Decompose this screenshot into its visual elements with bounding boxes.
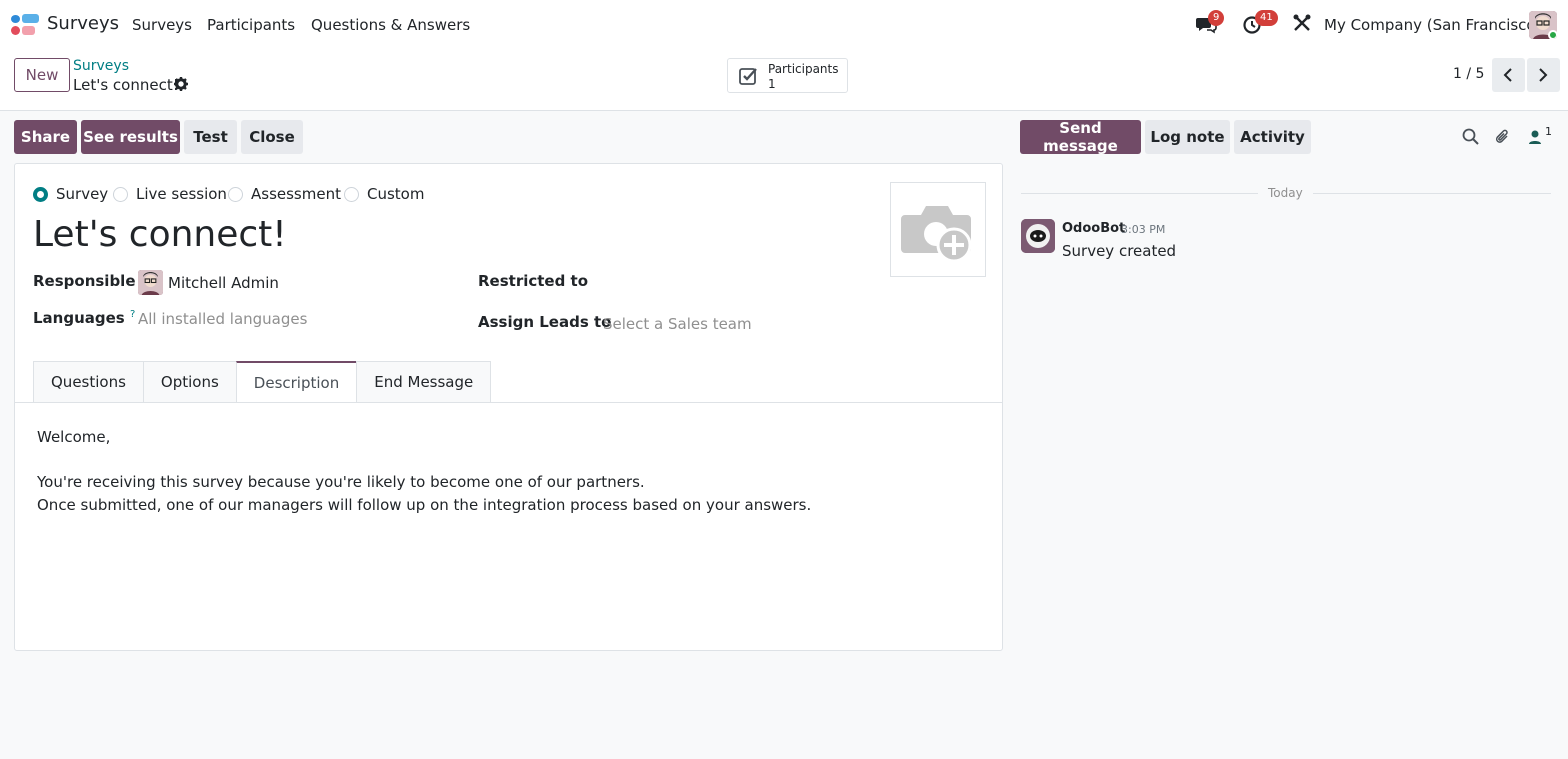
log-note-button[interactable]: Log note	[1145, 120, 1230, 154]
check-square-icon	[739, 66, 759, 86]
breadcrumb-current: Let's connect!	[73, 76, 179, 94]
share-button[interactable]: Share	[14, 120, 77, 154]
languages-label: Languages ?	[33, 309, 135, 327]
message-author[interactable]: OdooBot	[1062, 221, 1125, 236]
control-panel: New Surveys Let's connect! Participants …	[0, 49, 1568, 111]
test-button[interactable]: Test	[184, 120, 237, 154]
message-body: Survey created	[1062, 242, 1177, 260]
survey-image-upload[interactable]	[890, 182, 986, 277]
responsible-avatar	[138, 270, 163, 295]
form-tabs: Questions Options Description End Messag…	[33, 361, 492, 403]
close-button[interactable]: Close	[241, 120, 303, 154]
search-icon[interactable]	[1462, 128, 1480, 146]
radio-assessment[interactable]: Assessment	[228, 185, 341, 203]
chevron-right-icon	[1539, 68, 1548, 82]
assign-leads-label: Assign Leads to	[478, 313, 612, 331]
restricted-to-label: Restricted to	[478, 272, 589, 290]
menu-surveys[interactable]: Surveys	[132, 16, 192, 34]
new-button[interactable]: New	[14, 58, 70, 92]
tab-end-message[interactable]: End Message	[356, 361, 492, 402]
tab-options[interactable]: Options	[142, 361, 237, 402]
see-results-button[interactable]: See results	[81, 120, 180, 154]
online-status-dot	[1548, 30, 1557, 39]
pager-previous-button[interactable]	[1492, 58, 1525, 92]
sales-team-field[interactable]: Select a Sales team	[603, 315, 752, 333]
languages-label-text: Languages	[33, 309, 125, 327]
message-time: 3:03 PM	[1121, 223, 1166, 236]
activity-button[interactable]: Activity	[1234, 120, 1311, 154]
responsible-field[interactable]: Mitchell Admin	[168, 274, 279, 292]
followers-icon[interactable]	[1528, 128, 1546, 146]
languages-field[interactable]: All installed languages	[138, 310, 307, 328]
radio-unchecked-icon	[113, 186, 128, 202]
company-switcher[interactable]: My Company (San Francisco)	[1324, 16, 1541, 34]
followers-count: 1	[1545, 125, 1552, 138]
radio-survey[interactable]: Survey	[33, 185, 108, 203]
user-avatar[interactable]	[1529, 11, 1557, 39]
radio-label: Survey	[56, 185, 109, 203]
menu-questions-answers[interactable]: Questions & Answers	[311, 16, 470, 34]
description-line: Welcome,	[37, 428, 111, 446]
participants-smart-button[interactable]: Participants 1	[727, 58, 848, 93]
send-message-button[interactable]: Send message	[1020, 119, 1141, 155]
chevron-left-icon	[1503, 68, 1512, 82]
activities-badge: 41	[1255, 10, 1278, 26]
gear-icon[interactable]	[174, 77, 188, 91]
radio-label: Live session	[136, 185, 227, 203]
radio-custom[interactable]: Custom	[344, 185, 424, 203]
form-sheet: Survey Live session Assessment Custom Le…	[14, 163, 1003, 651]
help-tooltip-icon[interactable]: ?	[130, 309, 135, 320]
surveys-app-icon[interactable]	[11, 14, 39, 36]
smart-button-value: 1	[768, 77, 776, 91]
description-line: Once submitted, one of our managers will…	[37, 495, 812, 514]
smart-button-label: Participants	[768, 62, 839, 76]
messages-badge: 9	[1208, 10, 1225, 26]
radio-label: Custom	[367, 185, 425, 203]
paperclip-icon[interactable]	[1494, 128, 1512, 146]
pager-value[interactable]: 1 / 5	[1453, 66, 1484, 82]
date-separator-label: Today	[1258, 186, 1313, 200]
odoobot-avatar[interactable]	[1021, 219, 1055, 253]
radio-unchecked-icon	[228, 186, 243, 202]
survey-title-field[interactable]: Let's connect!	[33, 214, 287, 255]
top-navbar: Surveys Surveys Participants Questions &…	[0, 0, 1568, 49]
tab-divider	[15, 402, 1002, 403]
radio-live-session[interactable]: Live session	[113, 185, 227, 203]
tab-description[interactable]: Description	[235, 361, 358, 403]
responsible-label: Responsible	[33, 272, 136, 290]
tab-questions[interactable]: Questions	[33, 361, 144, 402]
menu-participants[interactable]: Participants	[207, 16, 295, 34]
breadcrumb-parent[interactable]: Surveys	[73, 58, 129, 74]
camera-add-icon	[901, 206, 972, 263]
radio-checked-icon	[33, 186, 48, 202]
radio-label: Assessment	[251, 185, 341, 203]
pager-next-button[interactable]	[1527, 58, 1560, 92]
description-editor[interactable]: Welcome, You're receiving this survey be…	[37, 426, 811, 516]
description-line	[37, 449, 811, 472]
app-name[interactable]: Surveys	[47, 13, 119, 34]
tools-icon[interactable]	[1292, 13, 1314, 35]
description-line: You're receiving this survey because you…	[37, 473, 645, 491]
radio-unchecked-icon	[344, 186, 359, 202]
